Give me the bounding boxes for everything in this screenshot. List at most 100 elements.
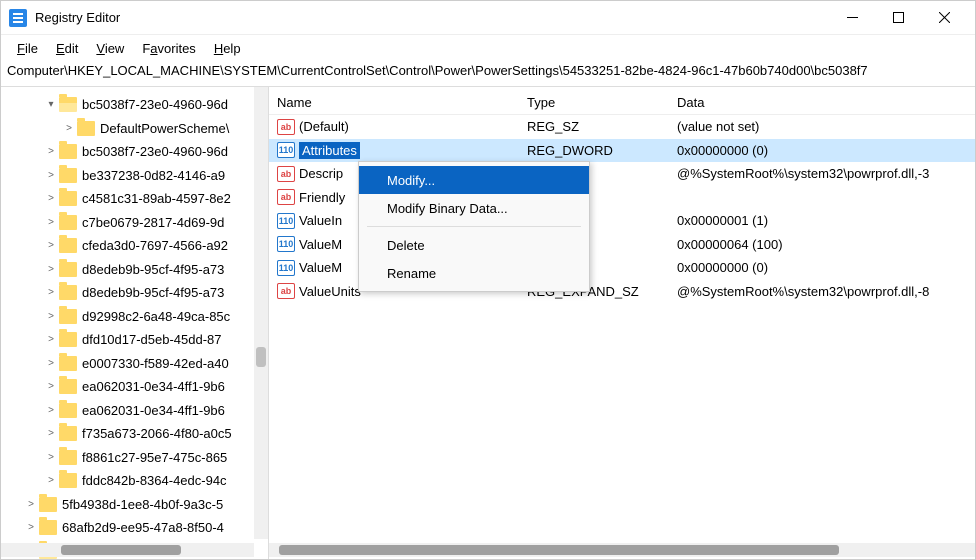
tree-item[interactable]: ˃ DefaultPowerScheme\: [1, 117, 268, 141]
chevron-right-icon[interactable]: ˃: [43, 405, 59, 416]
value-row[interactable]: 110AttributesREG_DWORD0x00000000 (0): [269, 139, 975, 163]
chevron-right-icon[interactable]: ˃: [43, 311, 59, 322]
chevron-right-icon[interactable]: ˃: [43, 217, 59, 228]
tree-item[interactable]: ▾ bc5038f7-23e0-4960-96d: [1, 93, 268, 117]
chevron-right-icon[interactable]: ˃: [61, 123, 77, 134]
minimize-button[interactable]: [829, 2, 875, 34]
value-data: (value not set): [677, 119, 975, 134]
tree-item[interactable]: ˃ d92998c2-6a48-49ca-85c: [1, 305, 268, 329]
tree-item[interactable]: ˃ c4581c31-89ab-4597-8e2: [1, 187, 268, 211]
chevron-right-icon[interactable]: ˃: [43, 240, 59, 251]
folder-icon: [39, 497, 57, 512]
chevron-right-icon[interactable]: ˃: [23, 499, 39, 510]
value-type: REG_DWORD: [527, 143, 677, 158]
tree-item[interactable]: ˃ea062031-0e34-4ff1-9b6: [1, 375, 268, 399]
context-menu: Modify... Modify Binary Data... Delete R…: [358, 161, 590, 292]
tree-item-label: be337238-0d82-4146-a9: [82, 168, 225, 183]
tree-item[interactable]: ˃c7be0679-2817-4d69-9d: [1, 211, 268, 235]
chevron-right-icon[interactable]: ˃: [43, 264, 59, 275]
tree-scrollbar-vertical[interactable]: [254, 87, 268, 539]
tree-item-label: ea062031-0e34-4ff1-9b6: [82, 403, 225, 418]
tree-item[interactable]: ˃cfeda3d0-7697-4566-a92: [1, 234, 268, 258]
tree-item[interactable]: ˃f8861c27-95e7-475c-865: [1, 446, 268, 470]
tree-scrollbar-horizontal[interactable]: [1, 543, 254, 557]
chevron-right-icon[interactable]: ˃: [43, 287, 59, 298]
string-value-icon: ab: [277, 283, 295, 299]
menu-favorites[interactable]: Favorites: [134, 38, 203, 59]
tree-item-label: c4581c31-89ab-4597-8e2: [82, 191, 231, 206]
context-rename[interactable]: Rename: [359, 259, 589, 287]
window-title: Registry Editor: [35, 10, 829, 25]
close-button[interactable]: [921, 2, 967, 34]
value-name: Friendly: [299, 190, 345, 205]
tree-item[interactable]: ˃ fddc842b-8364-4edc-94c: [1, 469, 268, 493]
context-modify[interactable]: Modify...: [359, 166, 589, 194]
values-pane[interactable]: Name Type Data ab(Default)REG_SZ(value n…: [269, 87, 975, 559]
menu-edit[interactable]: Edit: [48, 38, 86, 59]
value-data: @%SystemRoot%\system32\powrprof.dll,-3: [677, 166, 975, 181]
folder-icon: [39, 520, 57, 535]
context-modify-binary[interactable]: Modify Binary Data...: [359, 194, 589, 222]
tree-item[interactable]: ˃ ea062031-0e34-4ff1-9b6: [1, 399, 268, 423]
folder-icon: [59, 191, 77, 206]
scrollbar-thumb[interactable]: [61, 545, 181, 555]
tree-item-label: bc5038f7-23e0-4960-96d: [82, 97, 228, 112]
string-value-icon: ab: [277, 119, 295, 135]
tree-item[interactable]: ˃bc5038f7-23e0-4960-96d: [1, 140, 268, 164]
tree-item[interactable]: ˃f735a673-2066-4f80-a0c5: [1, 422, 268, 446]
chevron-right-icon[interactable]: ˃: [43, 334, 59, 345]
tree-item[interactable]: ˃d8edeb9b-95cf-4f95-a73: [1, 258, 268, 282]
value-data: 0x00000000 (0): [677, 143, 975, 158]
folder-icon: [59, 473, 77, 488]
folder-icon: [59, 262, 77, 277]
menu-help[interactable]: Help: [206, 38, 249, 59]
scrollbar-thumb[interactable]: [279, 545, 839, 555]
value-name: ValueM: [299, 237, 342, 252]
folder-icon: [59, 144, 77, 159]
value-name: (Default): [299, 119, 349, 134]
tree-item[interactable]: ˃dfd10d17-d5eb-45dd-87: [1, 328, 268, 352]
folder-icon: [59, 403, 77, 418]
app-icon: [9, 9, 27, 27]
values-scrollbar-horizontal[interactable]: [269, 543, 975, 557]
tree-pane[interactable]: ▾ bc5038f7-23e0-4960-96d ˃ DefaultPowerSche…: [1, 87, 269, 559]
chevron-down-icon[interactable]: ▾: [43, 99, 59, 110]
tree-item[interactable]: ˃d8edeb9b-95cf-4f95-a73: [1, 281, 268, 305]
value-name: Attributes: [299, 142, 360, 159]
chevron-right-icon[interactable]: ˃: [23, 522, 39, 533]
chevron-right-icon[interactable]: ˃: [43, 381, 59, 392]
tree-item[interactable]: ˃ 5fb4938d-1ee8-4b0f-9a3c-5: [1, 493, 268, 517]
scrollbar-thumb[interactable]: [256, 347, 266, 367]
chevron-right-icon[interactable]: ˃: [43, 428, 59, 439]
folder-icon: [59, 168, 77, 183]
tree-item-label: 68afb2d9-ee95-47a8-8f50-4: [62, 520, 224, 535]
tree-item-label: d92998c2-6a48-49ca-85c: [82, 309, 230, 324]
folder-icon: [59, 379, 77, 394]
tree-item[interactable]: ˃ be337238-0d82-4146-a9: [1, 164, 268, 188]
chevron-right-icon[interactable]: ˃: [43, 358, 59, 369]
folder-icon: [59, 97, 77, 112]
address-bar[interactable]: Computer\HKEY_LOCAL_MACHINE\SYSTEM\Curre…: [1, 61, 975, 87]
context-delete[interactable]: Delete: [359, 231, 589, 259]
chevron-right-icon[interactable]: ˃: [43, 146, 59, 157]
folder-icon: [59, 238, 77, 253]
chevron-right-icon[interactable]: ˃: [43, 170, 59, 181]
chevron-right-icon[interactable]: ˃: [43, 475, 59, 486]
tree-item-label: DefaultPowerScheme\: [100, 121, 229, 136]
window-controls: [829, 2, 967, 34]
chevron-right-icon[interactable]: ˃: [43, 452, 59, 463]
tree-item-label: 5fb4938d-1ee8-4b0f-9a3c-5: [62, 497, 223, 512]
column-data[interactable]: Data: [677, 95, 975, 110]
value-row[interactable]: ab(Default)REG_SZ(value not set): [269, 115, 975, 139]
menu-view[interactable]: View: [88, 38, 132, 59]
value-name: Descrip: [299, 166, 343, 181]
maximize-button[interactable]: [875, 2, 921, 34]
chevron-right-icon[interactable]: ˃: [43, 193, 59, 204]
menu-file[interactable]: File: [9, 38, 46, 59]
context-separator: [367, 226, 581, 227]
tree-item[interactable]: ˃ 68afb2d9-ee95-47a8-8f50-4: [1, 516, 268, 540]
tree-item[interactable]: ˃e0007330-f589-42ed-a40: [1, 352, 268, 376]
column-name[interactable]: Name: [277, 95, 527, 110]
tree-item-label: fddc842b-8364-4edc-94c: [82, 473, 227, 488]
column-type[interactable]: Type: [527, 95, 677, 110]
